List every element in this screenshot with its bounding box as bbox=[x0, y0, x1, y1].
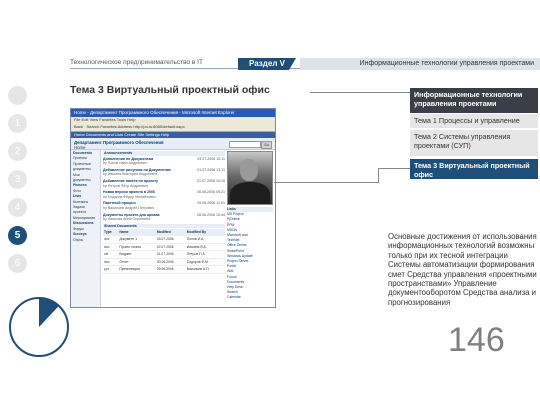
ie-toolbar[interactable]: Back · Search Favorites Address http://p… bbox=[71, 123, 275, 132]
link-item[interactable]: Calendar bbox=[227, 295, 273, 300]
table-cell: Попов И.А. bbox=[185, 235, 225, 244]
announcement-date: 01.07.2006 10:15 bbox=[197, 178, 225, 183]
quick-launch-link[interactable]: Задачи проекта bbox=[73, 205, 98, 216]
topic-circle-home[interactable] bbox=[8, 86, 27, 105]
table-cell: Проект плана bbox=[118, 243, 156, 252]
table-cell: doc bbox=[103, 258, 119, 267]
quick-launch: Documents Проекты Проектные документы Мои д… bbox=[71, 150, 101, 307]
announcement-author: by Иванова Анна Сергеевна bbox=[103, 217, 151, 222]
topic-1-item[interactable]: Тема 1 Процессы и управление bbox=[410, 114, 538, 128]
table-cell: 29.06.2006 bbox=[155, 265, 186, 274]
announcement-item: Дополнения по Документам 03.07.2006 10:11… bbox=[103, 157, 225, 166]
table-cell: Ившина В.А. bbox=[185, 243, 225, 252]
section-tab[interactable]: Раздел V bbox=[238, 58, 296, 70]
quick-launch-link[interactable]: Мои документы bbox=[73, 173, 98, 184]
table-cell: Бюджет bbox=[118, 250, 156, 259]
topic-circle-2[interactable]: 2 bbox=[8, 142, 27, 161]
table-cell: 01.07.2006 bbox=[155, 250, 186, 259]
topic-circle-5[interactable]: 5 bbox=[8, 226, 27, 245]
announcement-date: 30.06.2006 09:21 bbox=[197, 190, 225, 195]
table-row[interactable]: ppt Презентация 29.06.2006 Васильев А.П. bbox=[103, 265, 225, 274]
links-list: Links MS Project PjOnline EPM MSDN Microsoft… bbox=[227, 207, 273, 301]
announcement-date: 28.06.2006 15:44 bbox=[197, 212, 225, 217]
announcement-date: 01.07.2006 13:11 bbox=[197, 167, 225, 172]
column-header[interactable]: Type bbox=[103, 229, 119, 236]
column-header[interactable]: Name bbox=[118, 229, 156, 236]
announcement-date: 29.06.2006 11:01 bbox=[197, 201, 225, 206]
announcement-item: Документы проекта для архива 28.06.2006 1… bbox=[103, 213, 225, 222]
photo-shoulders bbox=[230, 182, 270, 204]
column-header[interactable]: Modified By bbox=[185, 229, 225, 236]
site-main: Announcements Дополнения по Документам 03… bbox=[103, 151, 225, 307]
table-cell: doc bbox=[103, 235, 119, 244]
person-photo bbox=[227, 151, 273, 205]
photo-face bbox=[240, 159, 258, 181]
announcements-list: Дополнения по Документам 03.07.2006 10:11… bbox=[103, 157, 225, 222]
body-text: Основные достижения от использования инф… bbox=[388, 232, 537, 307]
announcement-item: Пакетный процесс 29.06.2006 11:01 by Васил… bbox=[103, 201, 225, 210]
progress-pie bbox=[9, 297, 69, 357]
documents-header: Shared Documents bbox=[103, 223, 225, 229]
quick-launch-link[interactable]: Проектные документы bbox=[73, 162, 98, 173]
table-cell: Васильев А.П. bbox=[185, 265, 225, 274]
ie-title-bar: Home - Департамент Программного Обеспече… bbox=[71, 109, 275, 117]
topic-3-item-active[interactable]: Тема 3 Виртуальный проектный офис bbox=[410, 159, 538, 179]
course-subtitle: Технологическое предпринимательство в IT bbox=[70, 59, 203, 66]
connector-line-top bbox=[310, 92, 410, 93]
panel-header: Информационные технологии управления про… bbox=[410, 88, 538, 113]
table-row[interactable]: doc Отчёт 30.06.2006 Сидоров Ф.М. bbox=[103, 258, 225, 267]
topic-circle-6[interactable]: 6 bbox=[8, 254, 27, 273]
column-header[interactable]: Modified bbox=[155, 229, 186, 236]
announcement-date: 03.07.2006 10:11 bbox=[197, 156, 225, 161]
sharepoint-screenshot: Home - Департамент Программного Обеспече… bbox=[70, 108, 276, 308]
documents-table: Type Name Modified Modified By doc Документ … bbox=[103, 229, 225, 274]
table-cell: Документ 1 bbox=[118, 235, 156, 244]
table-cell: Отчёт bbox=[118, 258, 156, 267]
topic-circle-4[interactable]: 4 bbox=[8, 198, 27, 217]
announcement-author: by Попов Иван Андреевич bbox=[103, 161, 147, 166]
announcement-item: Новая версия проекта в 2006 30.06.2006 09… bbox=[103, 190, 225, 199]
search-button-label: Go bbox=[264, 143, 269, 147]
site-search-button[interactable]: Go bbox=[261, 141, 272, 149]
connector-line-vertical bbox=[378, 168, 379, 183]
connector-line-middle bbox=[274, 182, 378, 183]
table-cell: Сидоров Ф.М. bbox=[185, 258, 225, 267]
links-items: MS Project PjOnline EPM MSDN Microsoft.com Te… bbox=[227, 212, 273, 300]
announcements-header: Announcements bbox=[103, 151, 225, 156]
announcement-author: by Васильев Андрей Петрович bbox=[103, 205, 155, 210]
table-body: doc Документ 1 03.07.2006 Попов И.А. doc Прое… bbox=[103, 235, 225, 274]
announcement-item: Добавление рисунков по Документам 01.07.2… bbox=[103, 168, 225, 177]
table-cell: 03.07.2006 bbox=[155, 235, 186, 244]
announcement-item: Добавление пакета по проекту 01.07.2006 1… bbox=[103, 179, 225, 188]
table-row[interactable]: xls Бюджет 01.07.2006 Петров П.А. bbox=[103, 250, 225, 259]
table-cell: Презентация bbox=[118, 265, 156, 274]
site-search-input[interactable] bbox=[229, 141, 261, 148]
topic-circle-1[interactable]: 1 bbox=[8, 114, 27, 133]
announcement-author: by Петров Пётр Андреевич bbox=[103, 183, 149, 188]
table-cell: 02.07.2006 bbox=[155, 243, 186, 252]
section-title-bar: Информационные технологии управления про… bbox=[300, 58, 540, 70]
page-title: Тема 3 Виртуальный проектный офис bbox=[70, 84, 270, 96]
table-header-row: Type Name Modified Modified By bbox=[103, 229, 225, 236]
page-number: 146 bbox=[448, 321, 505, 359]
announcement-author: by Сидоров Фёдор Михайлович bbox=[103, 194, 156, 199]
table-cell: xls bbox=[103, 250, 119, 259]
table-row[interactable]: doc Документ 1 03.07.2006 Попов И.А. bbox=[103, 235, 225, 244]
connector-line-to-active bbox=[378, 168, 410, 169]
table-row[interactable]: doc Проект плана 02.07.2006 Ившина В.А. bbox=[103, 243, 225, 252]
announcement-author: by Ившина Виктория Андреевна bbox=[103, 172, 158, 177]
table-cell: doc bbox=[103, 243, 119, 252]
topic-circle-3[interactable]: 3 bbox=[8, 170, 27, 189]
table-cell: Петров П.А. bbox=[185, 250, 225, 259]
table-cell: 30.06.2006 bbox=[155, 258, 186, 267]
table-cell: ppt bbox=[103, 265, 119, 274]
quick-launch-link[interactable]: Опрос bbox=[73, 238, 98, 243]
topic-2-item[interactable]: Тема 2 Системы управления проектами (СУП… bbox=[410, 130, 538, 156]
site-right-column: Links MS Project PjOnline EPM MSDN Microsoft… bbox=[227, 151, 273, 307]
site-header: Департамент Программного Обеспечения Hom… bbox=[71, 138, 275, 150]
